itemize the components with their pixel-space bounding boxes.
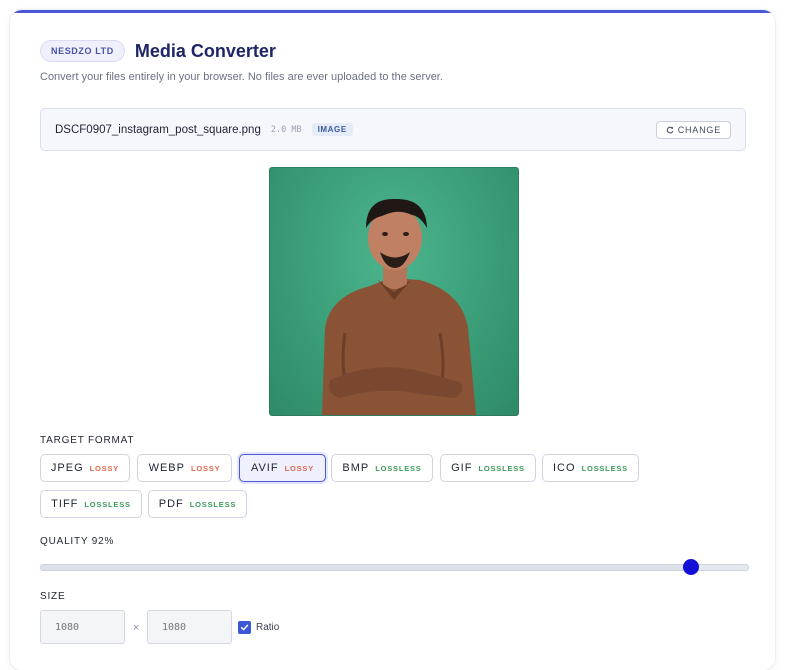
format-name: JPEG <box>50 462 84 474</box>
format-kind: LOSSLESS <box>581 463 628 473</box>
width-input[interactable] <box>40 610 125 644</box>
selected-file-bar: DSCF0907_instagram_post_square.png 2.0 M… <box>40 108 746 151</box>
height-input[interactable] <box>147 610 232 644</box>
company-badge: NESDZO LTD <box>40 40 125 62</box>
format-kind: LOSSY <box>89 463 120 473</box>
change-label: CHANGE <box>677 124 721 135</box>
page-title: Media Converter <box>134 40 276 61</box>
format-name: AVIF <box>250 462 279 474</box>
format-option-avif[interactable]: AVIF LOSSY <box>239 454 326 482</box>
file-name: DSCF0907_instagram_post_square.png <box>55 123 261 136</box>
card-accent-bar <box>10 10 775 13</box>
format-name: WEBP <box>148 462 185 474</box>
format-kind: LOSSLESS <box>478 463 525 473</box>
format-name: ICO <box>553 462 576 474</box>
format-option-bmp[interactable]: BMP LOSSLESS <box>331 454 433 482</box>
change-file-button[interactable]: CHANGE <box>655 120 731 139</box>
format-option-tiff[interactable]: TIFF LOSSLESS <box>40 490 142 518</box>
format-kind: LOSSLESS <box>189 499 237 509</box>
format-option-ico[interactable]: ICO LOSSLESS <box>542 454 639 482</box>
converter-card: NESDZO LTD Media Converter Convert your … <box>10 10 775 670</box>
checkmark-icon <box>240 624 249 631</box>
format-name: PDF <box>158 498 184 510</box>
ratio-label: Ratio <box>256 622 280 633</box>
format-name: GIF <box>451 462 473 474</box>
format-kind: LOSSY <box>284 463 315 473</box>
format-option-gif[interactable]: GIF LOSSLESS <box>440 454 536 482</box>
refresh-icon <box>666 126 674 133</box>
page-subtitle: Convert your files entirely in your brow… <box>40 71 443 83</box>
quality-slider[interactable] <box>40 559 749 575</box>
file-type-badge: IMAGE <box>311 123 353 136</box>
quality-slider-thumb[interactable] <box>683 559 700 575</box>
quality-slider-fill <box>41 565 692 570</box>
image-preview <box>269 167 519 416</box>
file-size: 2.0 MB <box>270 124 302 135</box>
format-kind: LOSSLESS <box>84 499 131 509</box>
format-name: BMP <box>342 462 370 474</box>
format-option-pdf[interactable]: PDF LOSSLESS <box>148 490 247 518</box>
ratio-toggle[interactable]: Ratio <box>238 621 279 634</box>
format-kind: LOSSLESS <box>375 463 422 473</box>
quality-label: QUALITY 92% <box>40 536 115 547</box>
format-option-jpeg[interactable]: JPEG LOSSY <box>40 454 130 482</box>
portrait-image <box>322 198 476 415</box>
format-option-webp[interactable]: WEBP LOSSY <box>137 454 232 482</box>
target-format-label: TARGET FORMAT <box>40 435 135 446</box>
format-kind: LOSSY <box>190 463 221 473</box>
dimension-separator: × <box>133 622 140 634</box>
header: NESDZO LTD Media Converter <box>40 40 276 62</box>
ratio-checkbox[interactable] <box>238 621 251 634</box>
size-label: SIZE <box>40 591 66 602</box>
format-name: TIFF <box>51 498 79 510</box>
